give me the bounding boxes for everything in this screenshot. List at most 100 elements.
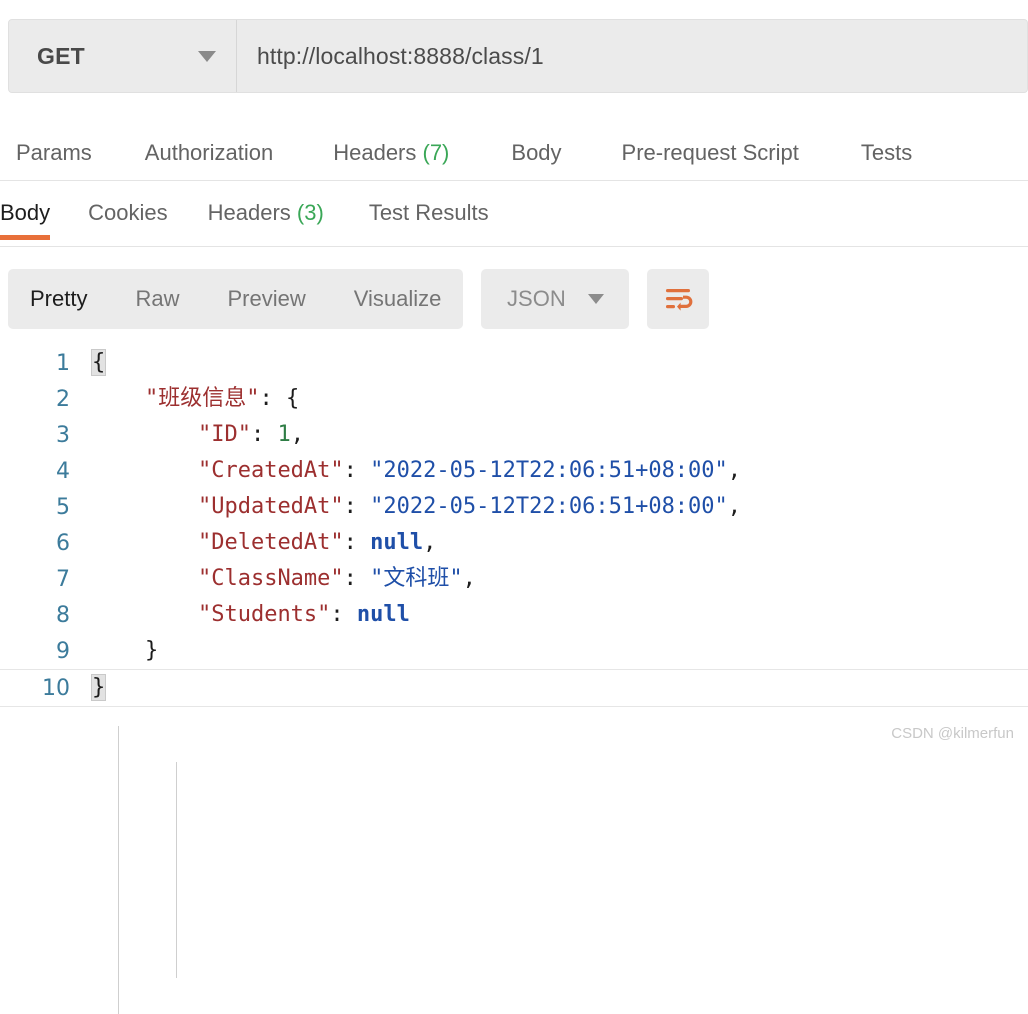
tab-params-label: Params (16, 139, 92, 165)
code-token: null (356, 602, 410, 627)
response-body-viewer[interactable]: 1{2 "班级信息": {3 "ID": 1, 4 "CreatedAt": "2… (0, 345, 1028, 1014)
code-line-text: "ClassName": "文科班", (92, 561, 1028, 597)
code-token: "2022-05-12T22:06:51+08:00" (370, 458, 728, 483)
line-number: 8 (56, 602, 70, 628)
code-line: 3 "ID": 1, (0, 417, 1028, 453)
code-line: 10} (0, 669, 1028, 707)
code-token: 1 (277, 422, 291, 447)
code-token: { (90, 349, 107, 376)
code-token: : { (259, 386, 300, 411)
response-format-toolbar: Pretty Raw Preview Visualize JSON (8, 269, 710, 329)
response-tab-body[interactable]: Body (0, 192, 51, 240)
code-line: 7 "ClassName": "文科班", (0, 561, 1028, 597)
code-token: "2022-05-12T22:06:51+08:00" (370, 494, 728, 519)
tab-body-label: Body (511, 139, 562, 165)
view-mode-pretty[interactable]: Pretty (30, 286, 87, 312)
line-number: 2 (56, 386, 70, 412)
code-line-list: 1{2 "班级信息": {3 "ID": 1, 4 "CreatedAt": "2… (0, 345, 1028, 707)
code-line: 2 "班级信息": { (0, 381, 1028, 417)
request-tab-bar: Params Authorization Headers (7) Body Pr… (0, 125, 1028, 181)
code-line-text: } (90, 670, 1028, 706)
watermark: CSDN @kilmerfun (891, 725, 1014, 742)
format-select[interactable]: JSON (481, 269, 630, 329)
code-token: } (90, 674, 107, 701)
code-line: 9 } (0, 633, 1028, 669)
word-wrap-button[interactable] (647, 269, 710, 329)
code-token: : (250, 422, 278, 447)
request-url-bar: GET http://localhost:8888/class/1 (8, 19, 1028, 93)
tab-tests-label: Tests (860, 139, 913, 165)
line-number: 3 (56, 422, 70, 448)
code-line-text: "班级信息": { (92, 381, 1028, 417)
response-tab-cookies-label: Cookies (88, 200, 168, 225)
line-number: 9 (56, 638, 70, 664)
code-line-text: { (90, 345, 1028, 381)
tab-pre-request-script-label: Pre-request Script (621, 139, 799, 165)
response-tab-headers[interactable]: Headers (3) (208, 192, 324, 226)
line-number: 6 (56, 530, 70, 556)
code-token: } (92, 638, 159, 663)
code-line-text: "Students": null (92, 597, 1028, 633)
line-number: 10 (42, 675, 70, 701)
word-wrap-icon (666, 289, 693, 311)
code-token: , (727, 458, 742, 483)
code-token: , (290, 422, 304, 447)
response-tab-test-results[interactable]: Test Results (369, 192, 489, 226)
http-method-select[interactable]: GET (9, 20, 237, 92)
code-line: 6 "DeletedAt": null, (0, 525, 1028, 561)
code-token: null (370, 530, 424, 555)
indent-guide (118, 726, 119, 1014)
tab-tests[interactable]: Tests (861, 140, 912, 166)
response-tab-test-results-label: Test Results (368, 200, 489, 225)
code-token: : (330, 602, 357, 627)
response-tab-headers-label: Headers (207, 200, 291, 225)
tab-authorization[interactable]: Authorization (145, 140, 273, 166)
code-token: "DeletedAt" (197, 530, 344, 555)
tab-params[interactable]: Params (16, 140, 92, 166)
code-line-text: "UpdatedAt": "2022-05-12T22:06:51+08:00"… (92, 489, 1028, 525)
code-token: , (462, 566, 476, 591)
code-token: "CreatedAt" (197, 458, 344, 483)
code-token: "班级信息" (144, 386, 260, 411)
view-mode-group: Pretty Raw Preview Visualize (8, 269, 464, 329)
line-number: 1 (56, 350, 70, 376)
code-line-text: } (92, 633, 1028, 669)
code-token: : (343, 530, 371, 555)
code-line: 5 "UpdatedAt": "2022-05-12T22:06:51+08:0… (0, 489, 1028, 525)
tab-headers[interactable]: Headers (7) (333, 140, 449, 166)
code-token: "文科班" (370, 566, 463, 591)
chevron-down-icon (198, 50, 216, 62)
view-mode-preview[interactable]: Preview (227, 286, 305, 312)
code-line: 4 "CreatedAt": "2022-05-12T22:06:51+08:0… (0, 453, 1028, 489)
view-mode-raw[interactable]: Raw (135, 286, 179, 312)
code-line-text: "DeletedAt": null, (92, 525, 1028, 561)
tab-headers-count: (7) (422, 139, 450, 165)
response-tab-body-label: Body (0, 200, 51, 225)
tab-authorization-label: Authorization (144, 139, 274, 165)
response-tab-cookies[interactable]: Cookies (88, 192, 167, 226)
indent-guide (176, 762, 177, 978)
response-tab-bar: Body Cookies Headers (3) Test Results (0, 192, 1028, 247)
line-number: 7 (56, 566, 70, 592)
code-token: : (343, 566, 371, 591)
code-line-text: "ID": 1, (92, 417, 1028, 453)
code-token: , (727, 494, 742, 519)
code-token: "ClassName" (197, 566, 344, 591)
http-method-label: GET (37, 42, 85, 69)
format-select-label: JSON (507, 286, 566, 311)
request-url-input[interactable]: http://localhost:8888/class/1 (237, 20, 1027, 92)
tab-pre-request-script[interactable]: Pre-request Script (622, 140, 799, 166)
code-token: "ID" (197, 422, 251, 447)
tab-headers-label: Headers (333, 139, 417, 165)
tab-body[interactable]: Body (511, 140, 561, 166)
line-number: 4 (56, 458, 70, 484)
view-mode-visualize[interactable]: Visualize (354, 286, 442, 312)
response-tab-headers-count: (3) (296, 200, 324, 225)
